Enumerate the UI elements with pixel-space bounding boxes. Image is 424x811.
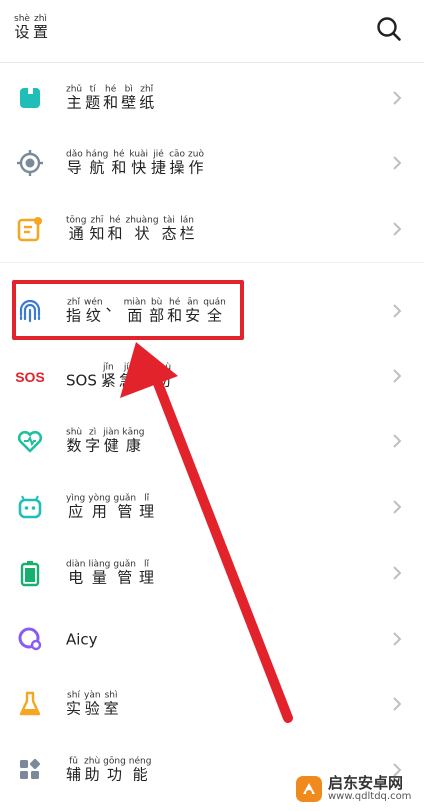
settings-item-label: dǎo 导 háng 航 hé 和 kuài 快 jié 捷 cāo 操 zuò 作 — [66, 149, 204, 177]
settings-item-label: zhǔ 主 tí 题 hé 和 bì 壁 zhǐ 纸 — [66, 84, 155, 112]
aicy-icon — [16, 625, 44, 653]
settings-item-label: diàn 电 liàng 量 guǎn 管 lǐ 理 — [66, 559, 155, 587]
chevron-right-icon — [392, 631, 402, 647]
settings-item-notification[interactable]: tōng 通 zhī 知 hé 和 zhuàng 状 tài 态 lán 栏 — [0, 197, 424, 261]
settings-item-sos[interactable]: SOS SOS jǐn 紧 jí 急 qiú 求 zhù 助 — [0, 344, 424, 408]
search-icon — [377, 17, 401, 41]
settings-item-theme[interactable]: zhǔ 主 tí 题 hé 和 bì 壁 zhǐ 纸 — [0, 66, 424, 130]
divider — [0, 262, 424, 263]
settings-item-digital-health[interactable]: shù 数 zì 字 jiàn 健 kāng 康 — [0, 409, 424, 473]
search-button[interactable] — [374, 14, 404, 44]
watermark-url: www.qdltdq.com — [328, 791, 412, 802]
chevron-right-icon — [392, 433, 402, 449]
chevron-right-icon — [392, 303, 402, 319]
settings-item-label: shí 实 yàn 验 shì 室 — [66, 690, 119, 718]
heart-health-icon — [16, 427, 44, 455]
settings-item-navigation[interactable]: dǎo 导 háng 航 hé 和 kuài 快 jié 捷 cāo 操 zuò 作 — [0, 131, 424, 195]
sos-prefix: SOS — [66, 371, 97, 390]
settings-item-label: Aicy — [66, 630, 98, 649]
chevron-right-icon — [392, 499, 402, 515]
settings-item-battery[interactable]: diàn 电 liàng 量 guǎn 管 lǐ 理 — [0, 541, 424, 605]
flask-icon — [16, 690, 44, 718]
highlight-box — [12, 280, 244, 340]
watermark-name: 启东安卓网 — [328, 774, 404, 792]
sos-icon: SOS — [15, 362, 45, 390]
divider — [0, 62, 424, 63]
settings-item-label: shù 数 zì 字 jiàn 健 kāng 康 — [66, 427, 145, 455]
svg-text:SOS: SOS — [16, 369, 44, 385]
navigation-icon — [16, 149, 44, 177]
chevron-right-icon — [392, 90, 402, 106]
theme-icon — [16, 84, 44, 112]
chevron-right-icon — [392, 696, 402, 712]
watermark: 启东安卓网 www.qdltdq.com — [294, 772, 420, 806]
settings-item-lab[interactable]: shí 实 yàn 验 shì 室 — [0, 672, 424, 736]
settings-item-label: fǔ 辅 zhù 助 gōng 功 néng 能 — [66, 756, 152, 784]
notification-icon — [16, 215, 44, 243]
page-title: shè 设 zhì 置 — [14, 14, 48, 41]
settings-item-label: yìng 应 yòng 用 guǎn 管 lǐ 理 — [66, 493, 155, 521]
settings-item-apps[interactable]: yìng 应 yòng 用 guǎn 管 lǐ 理 — [0, 475, 424, 539]
chevron-right-icon — [392, 565, 402, 581]
battery-icon — [16, 559, 44, 587]
chevron-right-icon — [392, 221, 402, 237]
header: shè 设 zhì 置 — [0, 0, 424, 62]
settings-item-label: SOS jǐn 紧 jí 急 qiú 求 zhù 助 — [66, 362, 172, 390]
watermark-logo-icon — [296, 776, 322, 802]
chevron-right-icon — [392, 155, 402, 171]
settings-item-aicy[interactable]: Aicy — [0, 607, 424, 671]
grid-icon — [16, 756, 44, 784]
settings-item-label: tōng 通 zhī 知 hé 和 zhuàng 状 tài 态 lán 栏 — [66, 215, 195, 243]
android-icon — [16, 493, 44, 521]
chevron-right-icon — [392, 368, 402, 384]
